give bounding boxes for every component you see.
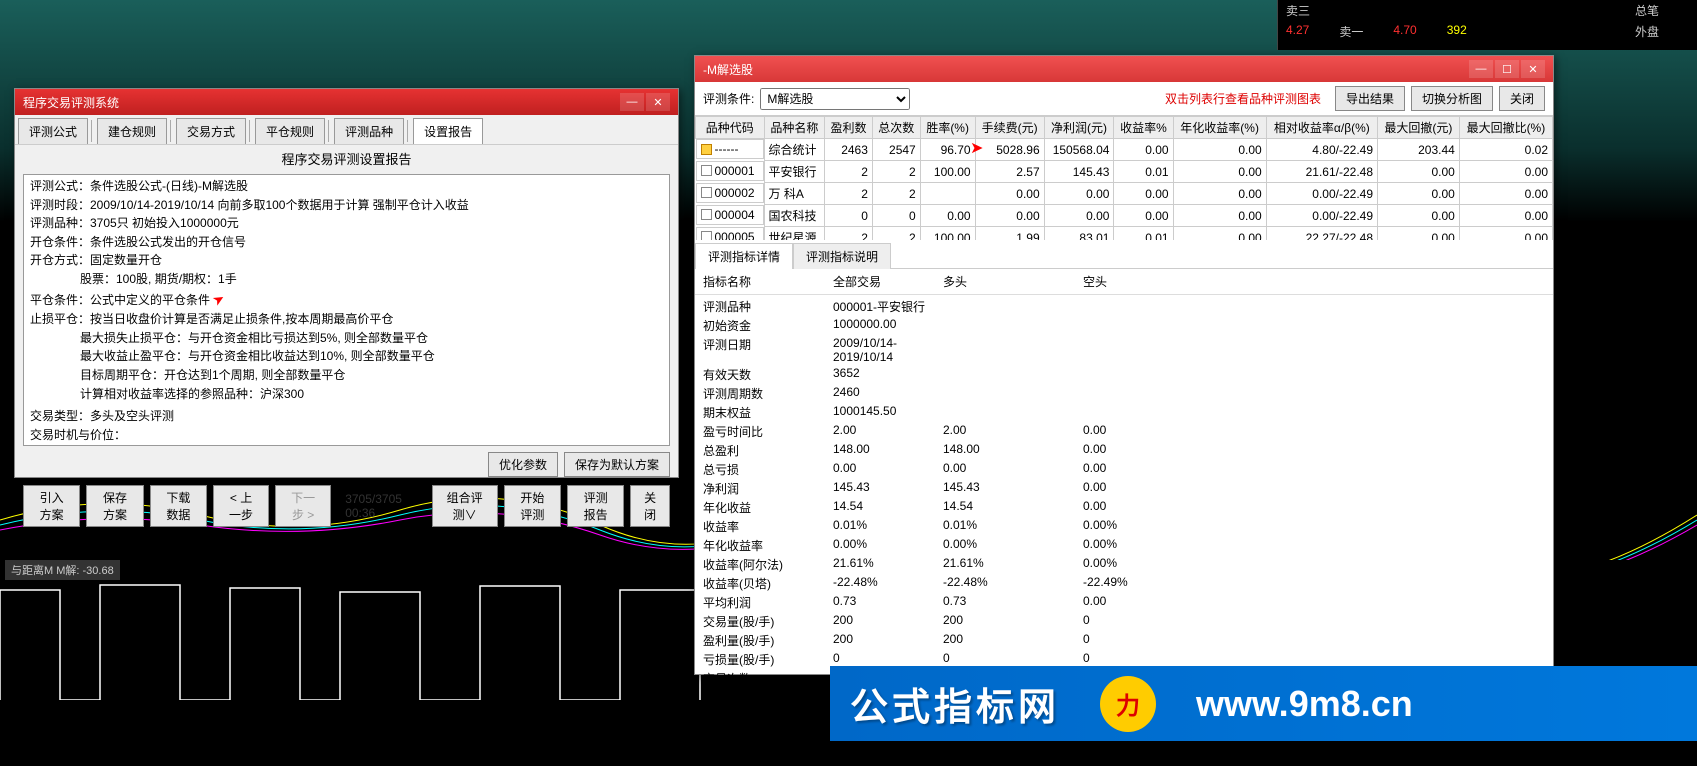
detail-tabs: 评测指标详情 评测指标说明 — [695, 242, 1553, 269]
column-header[interactable]: 净利润(元) — [1044, 117, 1114, 139]
close-icon[interactable]: ✕ — [646, 93, 670, 111]
column-header[interactable]: 品种代码 — [696, 117, 765, 139]
detail-row: 收益率(贝塔)-22.48%-22.48%-22.49% — [703, 574, 1545, 593]
tab-formula[interactable]: 评测公式 — [18, 118, 88, 144]
detail-row: 初始资金1000000.00 — [703, 316, 1545, 335]
detail-row: 收益率(阿尔法)21.61%21.61%0.00% — [703, 555, 1545, 574]
prev-button[interactable]: < 上一步 — [213, 485, 269, 527]
titlebar[interactable]: 程序交易评测系统 — ✕ — [15, 89, 678, 115]
detail-row: 区间涨幅 — [703, 745, 1545, 764]
checkbox-icon[interactable] — [701, 209, 712, 220]
results-dialog: -M解选股 — ☐ ✕ 评测条件: M解选股 双击列表行查看品种评测图表 导出结… — [694, 55, 1554, 675]
detail-row: 总盈利148.00148.000.00 — [703, 441, 1545, 460]
column-header[interactable]: 总次数 — [872, 117, 920, 139]
tab-metric-explain[interactable]: 评测指标说明 — [793, 243, 891, 269]
close-icon[interactable]: ✕ — [1521, 60, 1545, 78]
import-button[interactable]: 引入方案 — [23, 485, 80, 527]
table-row[interactable]: 000005 世纪星源22100.001.99 83.010.010.0022.… — [696, 227, 1553, 241]
table-row[interactable]: 000004 国农科技000.000.00 0.000.000.000.00/-… — [696, 205, 1553, 227]
switch-chart-button[interactable]: 切换分析图 — [1411, 86, 1493, 111]
detail-row: 评测周期数2460 — [703, 384, 1545, 403]
toolbar: 评测条件: M解选股 双击列表行查看品种评测图表 导出结果 切换分析图 关闭 — [695, 82, 1553, 116]
progress-status: 3705/3705 00:36 — [337, 492, 419, 520]
table-row[interactable]: ------ 综合统计2463254796.705028.96 150568.0… — [696, 139, 1553, 161]
column-header[interactable]: 最大回撤比(%) — [1459, 117, 1552, 139]
column-header[interactable]: 品种名称 — [764, 117, 825, 139]
download-button[interactable]: 下载数据 — [150, 485, 207, 527]
dialog-title: 程序交易评测系统 — [23, 94, 119, 111]
close-button[interactable]: 关闭 — [630, 485, 670, 527]
checkbox-icon[interactable] — [701, 144, 712, 155]
save-plan-button[interactable]: 保存方案 — [86, 485, 143, 527]
checkbox-icon[interactable] — [701, 231, 712, 240]
watermark-banner: 公式指标网 力 www.9m8.cn — [830, 666, 1697, 741]
next-button: 下一步 > — [275, 485, 331, 527]
checkbox-icon[interactable] — [701, 165, 712, 176]
table-row[interactable]: 000002 万 科A220.00 0.000.000.000.00/-22.4… — [696, 183, 1553, 205]
minimize-icon[interactable]: — — [620, 93, 644, 111]
dialog-title: -M解选股 — [703, 61, 753, 78]
indicator-label: 与距离M M解: -30.68 — [5, 560, 120, 580]
settings-tabs: 评测公式 建仓规则 交易方式 平仓规则 评测品种 设置报告 — [15, 115, 678, 145]
start-eval-button[interactable]: 开始评测 — [504, 485, 561, 527]
detail-row: 盈利量(股/手)2002000 — [703, 631, 1545, 650]
column-header[interactable]: 手续费(元) — [975, 117, 1044, 139]
column-header[interactable]: 收益率% — [1114, 117, 1173, 139]
detail-header: 指标名称 全部交易 多头 空头 — [695, 269, 1553, 295]
tab-products[interactable]: 评测品种 — [334, 118, 404, 144]
detail-row: 评测品种000001-平安银行 — [703, 297, 1545, 316]
watermark-logo-icon: 力 — [1100, 676, 1156, 732]
detail-row: 年化收益14.5414.540.00 — [703, 498, 1545, 517]
filter-select[interactable]: M解选股 — [760, 88, 910, 110]
results-table[interactable]: 品种代码品种名称盈利数总次数胜率(%)手续费(元)净利润(元)收益率%年化收益率… — [695, 116, 1553, 240]
tab-metric-detail[interactable]: 评测指标详情 — [695, 243, 793, 269]
report-textarea[interactable]: 评测公式：条件选股公式-(日线)-M解选股 评测时段：2009/10/14-20… — [23, 174, 670, 446]
hint-text: 双击列表行查看品种评测图表 — [1165, 90, 1321, 107]
detail-row: 期末权益1000145.50 — [703, 403, 1545, 422]
tab-report-settings[interactable]: 设置报告 — [413, 118, 483, 144]
maximize-icon[interactable]: ☐ — [1495, 60, 1519, 78]
eval-report-button[interactable]: 评测报告 — [567, 485, 624, 527]
checkbox-icon[interactable] — [701, 187, 712, 198]
detail-row: 净利润145.43145.430.00 — [703, 479, 1545, 498]
close-button[interactable]: 关闭 — [1499, 86, 1545, 111]
minimize-icon[interactable]: — — [1469, 60, 1493, 78]
detail-row: 有效天数3652 — [703, 365, 1545, 384]
detail-row: 总亏损0.000.000.00 — [703, 460, 1545, 479]
quote-panel: 卖三 总笔 4.27 卖一 4.70 392 外盘 — [1277, 0, 1697, 50]
filter-label: 评测条件: — [703, 90, 754, 107]
column-header[interactable]: 最大回撤(元) — [1378, 117, 1460, 139]
detail-row: 年化收益率0.00%0.00%0.00% — [703, 536, 1545, 555]
evaluation-settings-dialog: 程序交易评测系统 — ✕ 评测公式 建仓规则 交易方式 平仓规则 评测品种 设置… — [14, 88, 679, 478]
combo-eval-button[interactable]: 组合评测∨ — [432, 485, 498, 527]
detail-row: 交易量(股/手)2002000 — [703, 612, 1545, 631]
detail-row: 盈亏时间比2.002.000.00 — [703, 422, 1545, 441]
arrow-icon: ➤ — [209, 287, 230, 312]
detail-row: 平均利润0.730.730.00 — [703, 593, 1545, 612]
table-row[interactable]: 000001 平安银行22100.002.57 145.430.010.0021… — [696, 161, 1553, 183]
tab-open-rules[interactable]: 建仓规则 — [97, 118, 167, 144]
column-header[interactable]: 盈利数 — [825, 117, 873, 139]
watermark-name: 公式指标网 — [850, 676, 1060, 731]
titlebar[interactable]: -M解选股 — ☐ ✕ — [695, 56, 1553, 82]
column-header[interactable]: 胜率(%) — [920, 117, 975, 139]
tab-trade-method[interactable]: 交易方式 — [176, 118, 246, 144]
detail-row: 评测日期2009/10/14-2019/10/14 — [703, 335, 1545, 365]
report-title: 程序交易评测设置报告 — [15, 145, 678, 172]
save-default-button[interactable]: 保存为默认方案 — [564, 452, 670, 477]
tab-close-rules[interactable]: 平仓规则 — [255, 118, 325, 144]
optimize-button[interactable]: 优化参数 — [488, 452, 558, 477]
column-header[interactable]: 年化收益率(%) — [1173, 117, 1266, 139]
column-header[interactable]: 相对收益率α/β(%) — [1266, 117, 1377, 139]
detail-row: 收益率0.01%0.01%0.00% — [703, 517, 1545, 536]
watermark-url: www.9m8.cn — [1196, 683, 1413, 725]
export-button[interactable]: 导出结果 — [1335, 86, 1405, 111]
